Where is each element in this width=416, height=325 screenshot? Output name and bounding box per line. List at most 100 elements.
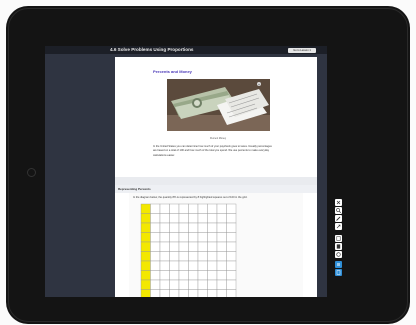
grid-cell[interactable] [207,289,218,298]
grid-cell[interactable] [159,232,170,243]
grid-cell[interactable] [178,213,189,224]
close-icon[interactable] [335,199,342,206]
grid-cell[interactable] [150,232,161,243]
grid-cell[interactable] [188,203,199,214]
money-photo[interactable]: + [167,79,270,131]
grid-cell[interactable] [169,270,180,281]
grid-cell[interactable] [188,222,199,233]
grid-cell[interactable] [178,260,189,271]
grid-cell[interactable] [197,260,208,271]
grid-cell[interactable] [188,270,199,281]
notebook-icon[interactable] [335,269,342,276]
grid-cell[interactable] [197,222,208,233]
grid-cell[interactable] [169,251,180,262]
grid-cell[interactable] [159,260,170,271]
grid-cell[interactable] [150,222,161,233]
grid-cell[interactable] [159,279,170,290]
grid-cell[interactable] [197,289,208,298]
grid-cell[interactable] [140,222,151,233]
grid-cell[interactable] [140,232,151,243]
grid-cell[interactable] [178,232,189,243]
grid-cell[interactable] [159,289,170,298]
note-icon[interactable] [335,235,342,242]
grid-cell[interactable] [197,251,208,262]
grid-cell[interactable] [226,279,237,290]
grid-cell[interactable] [159,241,170,252]
grid-cell[interactable] [216,213,227,224]
grid-cell[interactable] [150,241,161,252]
grid-cell[interactable] [169,289,180,298]
grid-cell[interactable] [159,222,170,233]
grid-cell[interactable] [207,251,218,262]
grid-cell[interactable] [169,260,180,271]
grid-cell[interactable] [216,232,227,243]
grid-cell[interactable] [140,279,151,290]
grid-cell[interactable] [159,213,170,224]
grid-cell[interactable] [216,279,227,290]
grid-cell[interactable] [226,232,237,243]
grid-cell[interactable] [207,203,218,214]
grid-cell[interactable] [197,270,208,281]
grid-cell[interactable] [226,222,237,233]
grid-cell[interactable] [216,241,227,252]
grid-cell[interactable] [188,289,199,298]
grid-cell[interactable] [216,270,227,281]
grid-cell[interactable] [226,213,237,224]
grid-cell[interactable] [159,203,170,214]
grid-cell[interactable] [226,203,237,214]
zoom-in-icon[interactable] [335,207,342,214]
grid-cell[interactable] [197,203,208,214]
grid-cell[interactable] [169,241,180,252]
pen-icon[interactable] [335,215,342,222]
grid-cell[interactable] [226,251,237,262]
grid-cell[interactable] [159,270,170,281]
grid-cell[interactable] [207,232,218,243]
grid-cell[interactable] [197,213,208,224]
grid-cell[interactable] [159,251,170,262]
grid-cell[interactable] [169,232,180,243]
grid-cell[interactable] [197,241,208,252]
grid-cell[interactable] [207,222,218,233]
calculator-icon[interactable] [335,243,342,250]
grid-cell[interactable] [216,289,227,298]
grid-cell[interactable] [207,241,218,252]
grid-cell[interactable] [178,251,189,262]
grid-cell[interactable] [226,270,237,281]
grid-cell[interactable] [188,232,199,243]
grid-cell[interactable] [216,251,227,262]
grid-cell[interactable] [197,279,208,290]
grid-cell[interactable] [178,289,189,298]
grid-cell[interactable] [169,213,180,224]
grid-cell[interactable] [207,260,218,271]
grid-cell[interactable] [188,279,199,290]
grid-cell[interactable] [207,270,218,281]
grid-cell[interactable] [188,251,199,262]
grid-cell[interactable] [188,260,199,271]
grid-cell[interactable] [140,289,151,298]
grid-cell[interactable] [169,279,180,290]
grid-cell[interactable] [169,203,180,214]
settings-icon[interactable] [335,261,342,268]
grid-cell[interactable] [140,241,151,252]
grid-cell[interactable] [188,241,199,252]
grid-cell[interactable] [169,222,180,233]
grid-cell[interactable] [150,289,161,298]
grid-cell[interactable] [226,241,237,252]
grid-cell[interactable] [150,203,161,214]
grid-cell[interactable] [216,203,227,214]
glossary-icon[interactable] [335,251,342,258]
grid-cell[interactable] [150,270,161,281]
hundred-grid[interactable] [136,203,246,297]
grid-cell[interactable] [216,260,227,271]
grid-cell[interactable] [178,279,189,290]
expand-icon[interactable] [335,223,342,230]
grid-cell[interactable] [150,279,161,290]
grid-cell[interactable] [140,213,151,224]
grid-cell[interactable] [178,222,189,233]
grid-cell[interactable] [140,270,151,281]
grid-cell[interactable] [226,289,237,298]
grid-cell[interactable] [188,213,199,224]
grid-cell[interactable] [178,203,189,214]
grid-cell[interactable] [140,203,151,214]
grid-cell[interactable] [178,241,189,252]
